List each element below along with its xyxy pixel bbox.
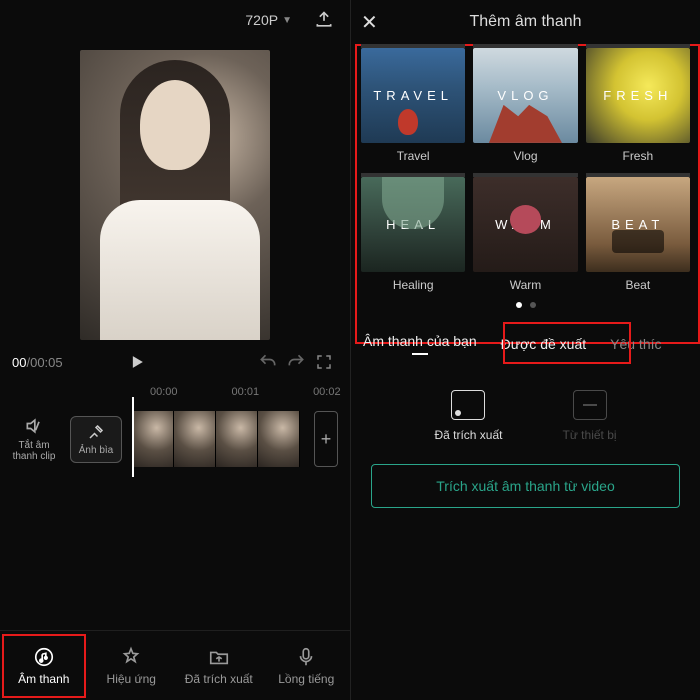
category-vlog[interactable]: VLOG Vlog: [473, 48, 577, 163]
option-extracted[interactable]: Đã trích xuất: [434, 390, 502, 442]
category-label: Travel: [397, 149, 430, 163]
add-clip-button[interactable]: +: [314, 411, 338, 467]
category-thumb: BEAT: [586, 177, 690, 272]
time-display: 00/00:05: [12, 355, 63, 370]
editor-pane: 720P ▼ 00/00:05: [0, 0, 350, 700]
nav-extracted[interactable]: Đã trích xuất: [175, 631, 263, 700]
category-label: Warm: [510, 278, 542, 292]
clip-thumb: [132, 411, 174, 467]
cover-label: Ảnh bìa: [79, 445, 113, 456]
clip-thumb: [216, 411, 258, 467]
undo-button[interactable]: [254, 352, 282, 372]
extract-options: Đã trích xuất Từ thiết bị: [351, 364, 700, 458]
chevron-down-icon: ▼: [282, 15, 292, 26]
nav-voiceover[interactable]: Lồng tiếng: [263, 631, 351, 700]
category-beat[interactable]: BEAT Beat: [586, 177, 690, 292]
option-label: Đã trích xuất: [434, 428, 502, 442]
option-label: Từ thiết bị: [562, 428, 616, 442]
category-label: Fresh: [622, 149, 653, 163]
option-from-device[interactable]: Từ thiết bị: [562, 390, 616, 442]
export-icon[interactable]: [310, 10, 338, 30]
category-thumb: VLOG: [473, 48, 577, 143]
category-warm[interactable]: WARM Warm: [473, 177, 577, 292]
clip-track[interactable]: [132, 411, 300, 467]
category-thumb: WARM: [473, 177, 577, 272]
tab-favorites[interactable]: Yêu thíc: [604, 332, 667, 356]
transport-bar: 00/00:05: [0, 344, 350, 380]
extract-audio-button[interactable]: Trích xuất âm thanh từ video: [371, 464, 680, 508]
category-section: TRAVEL Travel VLOG Vlog FRESH Fresh HEAL Healin…: [351, 44, 700, 318]
dot-1[interactable]: [516, 302, 522, 308]
nav-label: Lồng tiếng: [278, 672, 334, 686]
category-thumb: FRESH: [586, 48, 690, 143]
mute-clip-button[interactable]: Tắt âm thanh clip: [8, 416, 60, 462]
category-travel[interactable]: TRAVEL Travel: [361, 48, 465, 163]
category-thumb: TRAVEL: [361, 48, 465, 143]
folder-icon: [208, 646, 230, 668]
tab-recommended[interactable]: Được đề xuất: [495, 332, 592, 356]
playhead[interactable]: [132, 397, 134, 477]
nav-effects[interactable]: Hiệu ứng: [88, 631, 176, 700]
page-dots[interactable]: [361, 292, 690, 312]
preview-area: [0, 40, 350, 344]
tab-your-audio[interactable]: Âm thanh của bạn: [357, 329, 483, 359]
category-fresh[interactable]: FRESH Fresh: [586, 48, 690, 163]
nav-audio[interactable]: Âm thanh: [0, 631, 88, 700]
clip-thumb: [258, 411, 300, 467]
effects-icon: [120, 646, 142, 668]
close-button[interactable]: ✕: [361, 10, 378, 35]
timeline: 00:00 00:01 00:02 Tắt âm thanh clip Ảnh …: [0, 380, 350, 476]
audio-tabs: Âm thanh của bạn Được đề xuất Yêu thíc: [351, 324, 700, 364]
category-label: Vlog: [513, 149, 537, 163]
mute-label: Tắt âm thanh clip: [8, 440, 60, 462]
timeline-ticks: 00:00 00:01 00:02: [0, 386, 350, 402]
audio-panel: ✕ Thêm âm thanh TRAVEL Travel VLOG Vlog FRES…: [350, 0, 700, 700]
fullscreen-button[interactable]: [310, 353, 338, 371]
audio-icon: [33, 646, 55, 668]
play-button[interactable]: [123, 352, 151, 372]
clip-thumb: [174, 411, 216, 467]
nav-label: Hiệu ứng: [107, 672, 156, 686]
mic-icon: [295, 646, 317, 668]
category-label: Beat: [625, 278, 650, 292]
bottom-nav: Âm thanh Hiệu ứng Đã trích xuất: [0, 630, 350, 700]
category-healing[interactable]: HEAL Healing: [361, 177, 465, 292]
panel-header: ✕ Thêm âm thanh: [351, 0, 700, 44]
nav-label: Âm thanh: [18, 672, 69, 686]
dot-2[interactable]: [530, 302, 536, 308]
category-thumb: HEAL: [361, 177, 465, 272]
panel-title: Thêm âm thanh: [469, 13, 581, 31]
resolution-select[interactable]: 720P ▼: [245, 12, 292, 28]
nav-label: Đã trích xuất: [185, 672, 253, 686]
resolution-value: 720P: [245, 12, 278, 28]
top-bar: 720P ▼: [0, 0, 350, 40]
category-label: Healing: [393, 278, 434, 292]
video-preview[interactable]: [80, 50, 270, 340]
redo-button[interactable]: [282, 352, 310, 372]
cover-button[interactable]: Ảnh bìa: [70, 416, 122, 463]
